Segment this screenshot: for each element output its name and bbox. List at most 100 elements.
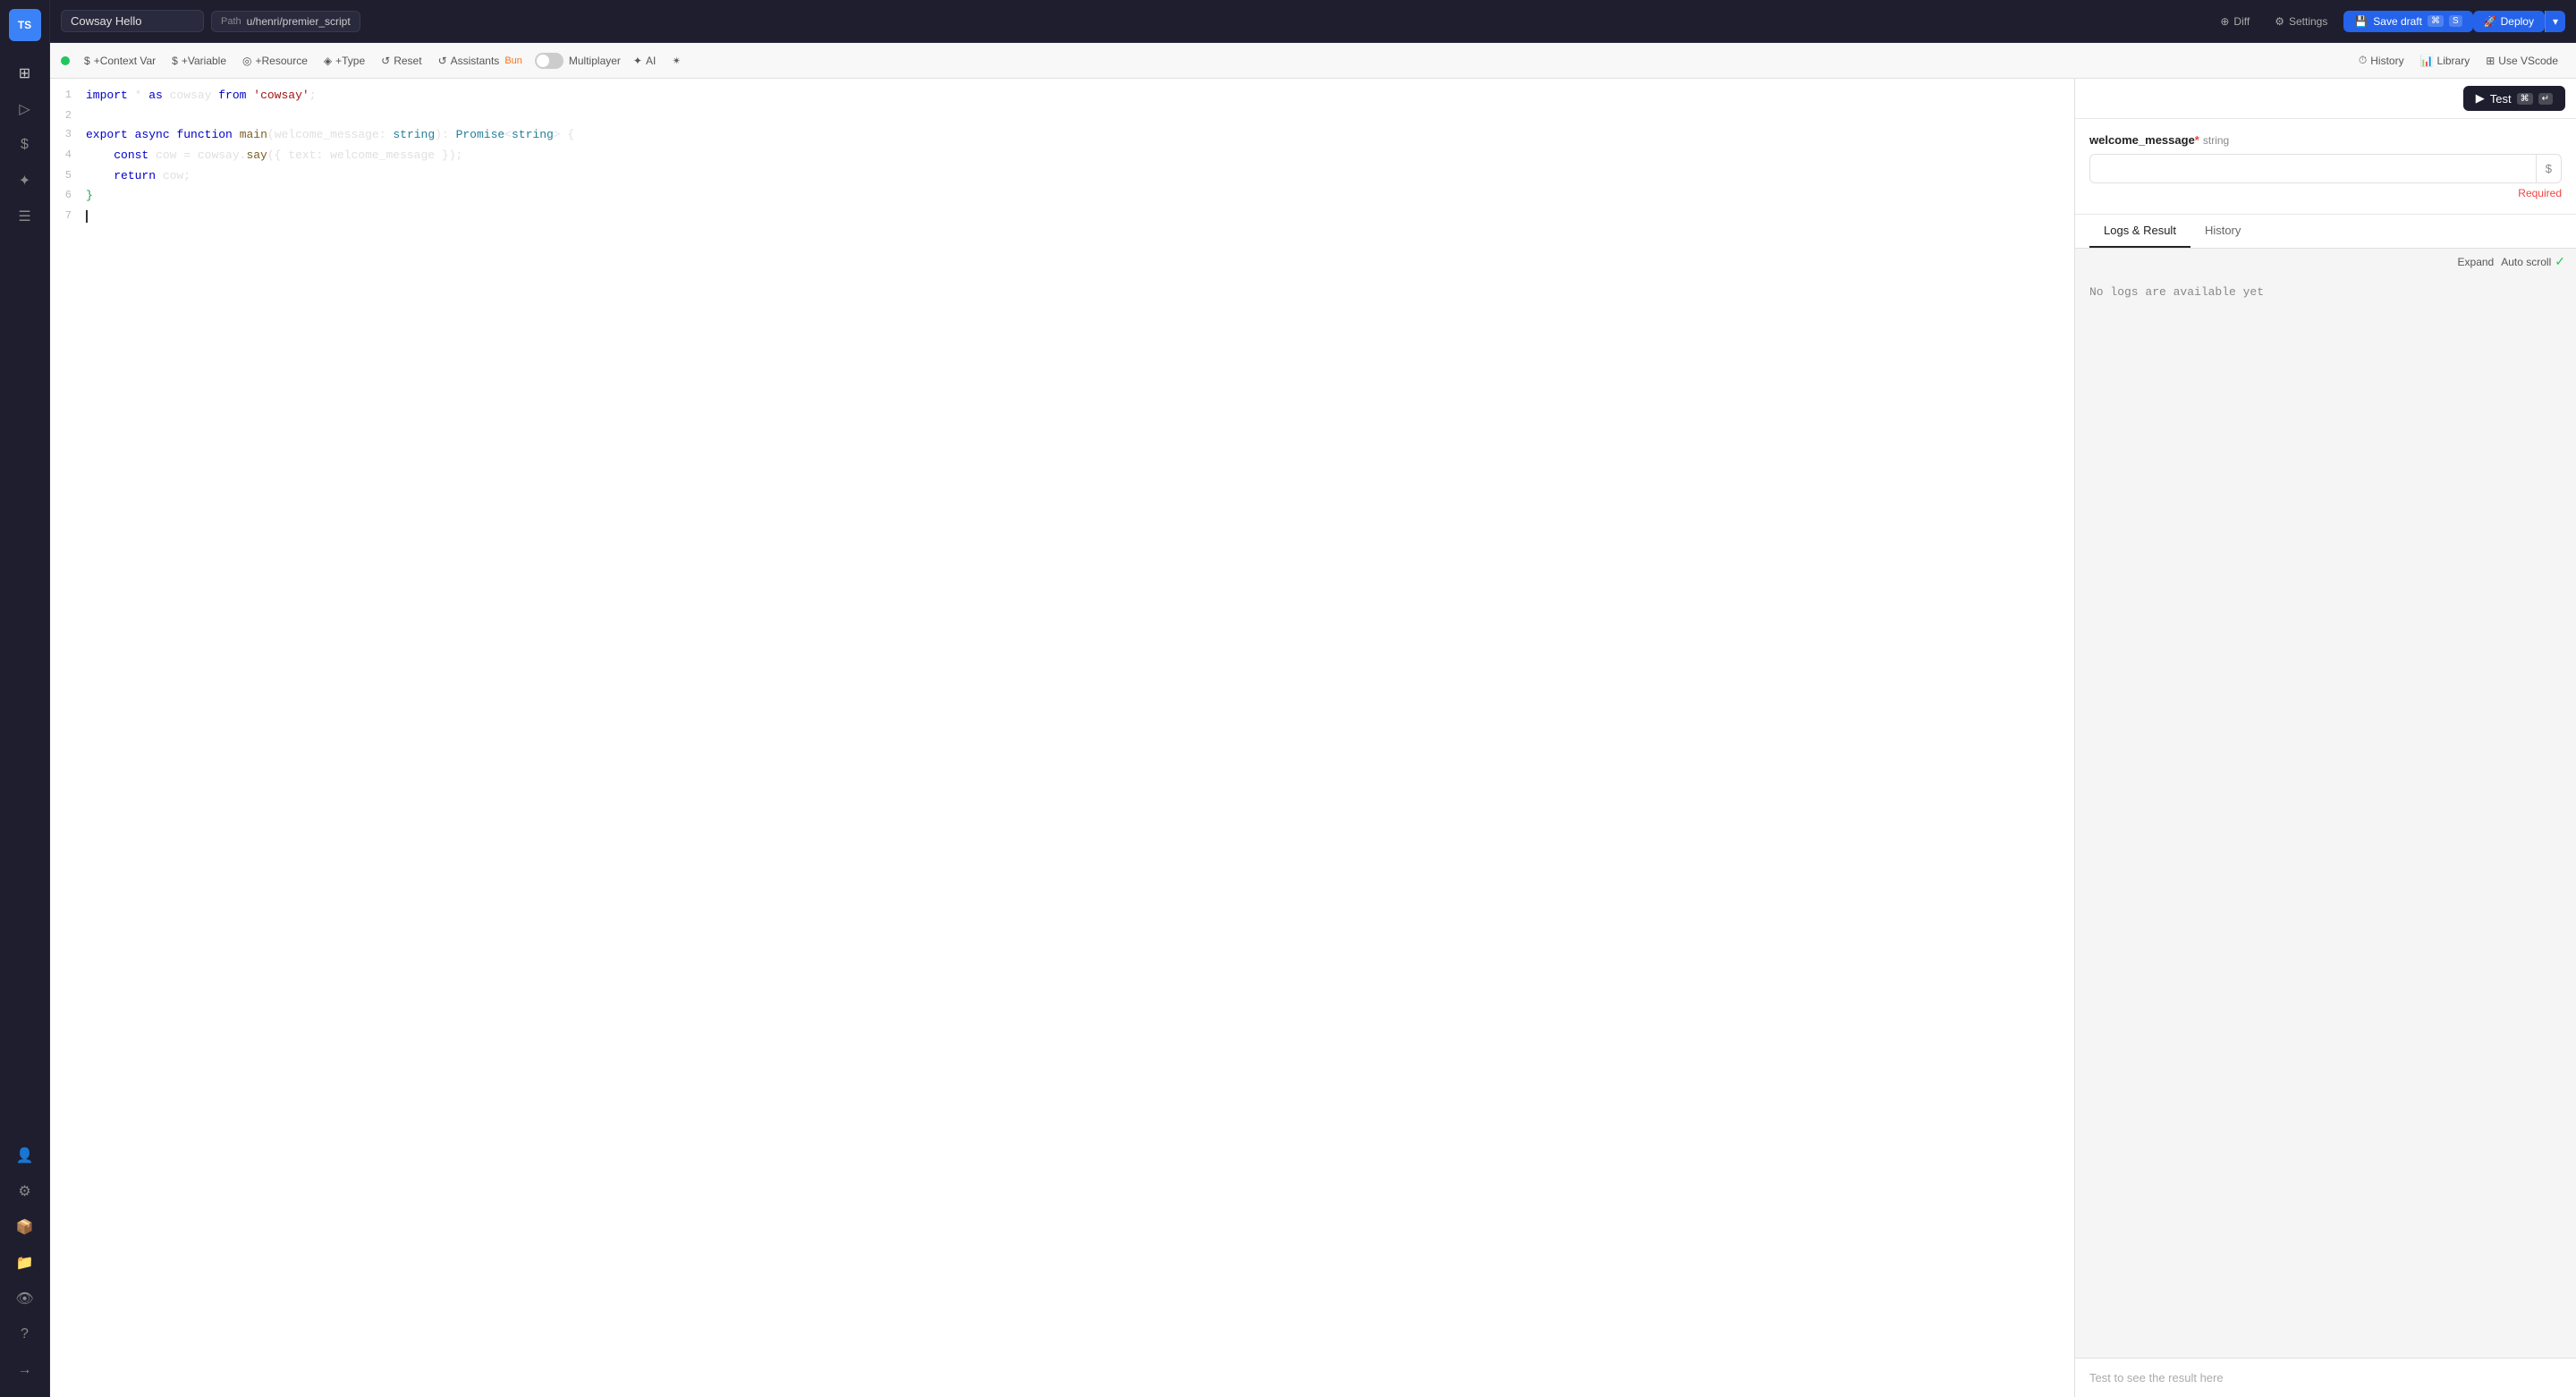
assistants-icon: ↺ (438, 55, 447, 67)
test-kbd1: ⌘ (2517, 93, 2533, 105)
param-label: welcome_message*string (2089, 133, 2562, 147)
assistants-button[interactable]: ↺ Assistants Bun (431, 51, 530, 71)
path-badge[interactable]: Path u/henri/premier_script (211, 11, 360, 32)
line-number-7: 7 (50, 207, 86, 224)
test-button[interactable]: ▶ Test ⌘ ↵ (2463, 86, 2565, 111)
script-name-input[interactable] (61, 10, 204, 32)
type-icon: ◈ (324, 55, 332, 67)
sidebar-item-eye[interactable]: 👁 (9, 1283, 41, 1315)
param-input-row: $ (2089, 154, 2562, 183)
line-number-1: 1 (50, 87, 86, 104)
logs-empty-message: No logs are available yet (2089, 285, 2264, 299)
context-var-icon: $ (84, 55, 90, 67)
vscode-icon: ⊞ (2486, 55, 2495, 67)
reset-label: Reset (394, 55, 421, 67)
deploy-button[interactable]: 🚀 Deploy (2473, 11, 2545, 32)
history-icon: ⏱ (2359, 54, 2367, 67)
line-number-5: 5 (50, 167, 86, 184)
tabs-bar: Logs & Result History (2075, 215, 2576, 249)
path-value: u/henri/premier_script (247, 15, 351, 28)
library-button[interactable]: 📊 Library (2413, 51, 2478, 71)
main-area: Path u/henri/premier_script ⊕ Diff ⚙ Set… (50, 0, 2576, 1397)
required-star: * (2195, 133, 2199, 147)
settings-label: Settings (2289, 15, 2327, 28)
context-var-label: +Context Var (94, 55, 156, 67)
history-label: History (2370, 55, 2403, 67)
line-content-7 (86, 207, 2074, 226)
expand-button[interactable]: Expand (2458, 256, 2495, 268)
test-label: Test (2490, 92, 2512, 106)
app-logo[interactable]: TS (9, 9, 41, 41)
vscode-button[interactable]: ⊞ Use VScode (2479, 51, 2565, 71)
sidebar-item-user[interactable]: 👤 (9, 1139, 41, 1172)
diff-icon: ⊕ (2220, 15, 2229, 28)
sidebar-item-calendar[interactable]: ☰ (9, 200, 41, 233)
sidebar-item-expand[interactable]: → (9, 1354, 41, 1386)
line-number-2: 2 (50, 107, 86, 124)
required-text: Required (2089, 187, 2562, 199)
toolbar: $ +Context Var $ +Variable ◎ +Resource ◈… (50, 43, 2576, 79)
resource-button[interactable]: ◎ +Resource (235, 51, 315, 71)
param-input[interactable] (2090, 155, 2536, 182)
sidebar-item-help[interactable]: ? (9, 1318, 41, 1350)
type-button[interactable]: ◈ +Type (317, 51, 372, 71)
line-content-4: const cow = cowsay.say({ text: welcome_m… (86, 147, 2074, 165)
save-icon: 💾 (2354, 15, 2368, 28)
sidebar-item-variables[interactable]: $ (9, 129, 41, 161)
deploy-dropdown-button[interactable]: ▾ (2545, 11, 2565, 32)
save-kbd1: ⌘ (2428, 15, 2444, 27)
result-placeholder: Test to see the result here (2089, 1371, 2224, 1384)
logs-toolbar: Expand Auto scroll ✓ (2075, 249, 2576, 275)
code-editor[interactable]: 1import * as cowsay from 'cowsay';23expo… (50, 79, 2075, 1397)
sidebar-item-settings[interactable]: ⚙ (9, 1175, 41, 1207)
save-draft-label: Save draft (2373, 15, 2422, 28)
save-deploy-group: 💾 Save draft ⌘ S 🚀 Deploy ▾ (2343, 11, 2565, 32)
tab-logs-result[interactable]: Logs & Result (2089, 215, 2190, 248)
ai-button[interactable]: ✦ AI (626, 51, 663, 71)
ai-label: AI (646, 55, 656, 67)
line-content-1: import * as cowsay from 'cowsay'; (86, 87, 2074, 106)
sidebar-item-folders[interactable]: 📁 (9, 1247, 41, 1279)
multiplayer-toggle: Multiplayer (535, 53, 621, 69)
line-content-3: export async function main(welcome_messa… (86, 126, 2074, 145)
settings-button[interactable]: ⚙ Settings (2266, 11, 2336, 32)
reset-button[interactable]: ↺ Reset (374, 51, 428, 71)
sidebar-item-packages[interactable]: 📦 (9, 1211, 41, 1243)
library-label: Library (2437, 55, 2470, 67)
line-number-3: 3 (50, 126, 86, 143)
variable-button[interactable]: $ +Variable (165, 51, 233, 71)
sidebar-item-integrations[interactable]: ✦ (9, 165, 41, 197)
sidebar-item-home[interactable]: ⊞ (9, 57, 41, 89)
diff-button[interactable]: ⊕ Diff (2211, 11, 2258, 32)
line-content-5: return cow; (86, 167, 2074, 186)
context-var-button[interactable]: $ +Context Var (77, 51, 163, 71)
sidebar-item-run[interactable]: ▷ (9, 93, 41, 125)
auto-scroll-check-icon: ✓ (2555, 254, 2565, 269)
history-button[interactable]: ⏱ History (2351, 50, 2411, 71)
assistants-label: Assistants (451, 55, 500, 67)
code-line-7: 7 (50, 207, 2074, 227)
save-kbd2: S (2449, 15, 2462, 27)
deploy-icon: 🚀 (2484, 15, 2497, 28)
sidebar: TS ⊞ ▷ $ ✦ ☰ 👤 ⚙ 📦 📁 👁 ? → (0, 0, 50, 1397)
settings-icon: ⚙ (2275, 15, 2284, 28)
multiplayer-switch[interactable] (535, 53, 564, 69)
ai-icon: ✦ (633, 55, 642, 67)
line-number-6: 6 (50, 187, 86, 204)
line-number-4: 4 (50, 147, 86, 164)
windmill-icon-btn[interactable]: ✴ (665, 51, 688, 71)
code-line-6: 6} (50, 186, 2074, 207)
play-icon: ▶ (2476, 91, 2485, 106)
type-label: +Type (335, 55, 365, 67)
param-section: welcome_message*string $ Required (2075, 119, 2576, 215)
tab-history[interactable]: History (2190, 215, 2255, 248)
multiplayer-label: Multiplayer (569, 55, 621, 67)
reset-icon: ↺ (381, 55, 390, 67)
vscode-label: Use VScode (2498, 55, 2558, 67)
assistants-badge: Bun (504, 55, 522, 66)
code-line-3: 3export async function main(welcome_mess… (50, 125, 2074, 146)
line-content-6: } (86, 187, 2074, 206)
variable-icon: $ (172, 55, 178, 67)
save-draft-button[interactable]: 💾 Save draft ⌘ S (2343, 11, 2472, 32)
param-name: welcome_message (2089, 133, 2195, 147)
